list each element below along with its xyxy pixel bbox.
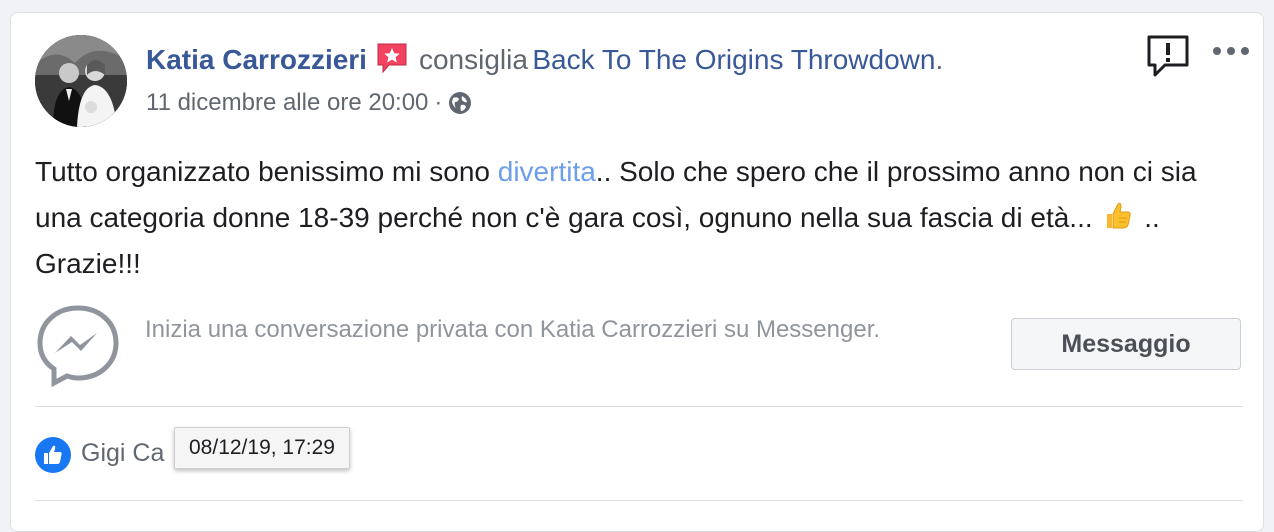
liker-name-link[interactable]: Gigi Ca — [81, 439, 164, 468]
review-post-card: Katia Carrozzieri consiglia Back To The … — [10, 12, 1264, 532]
post-body-text: Tutto organizzato benissimo mi sono dive… — [35, 149, 1245, 287]
messenger-icon — [35, 303, 121, 389]
post-header: Katia Carrozzieri consiglia Back To The … — [146, 43, 943, 77]
post-text-highlight: divertita — [497, 156, 596, 187]
more-options-icon[interactable] — [1211, 41, 1251, 61]
header-period: . — [935, 44, 944, 75]
action-text: consiglia — [418, 44, 528, 75]
message-button[interactable]: Messaggio — [1011, 318, 1241, 370]
post-timestamp[interactable]: 11 dicembre alle ore 20:00 — [146, 89, 428, 116]
author-avatar[interactable] — [35, 35, 127, 127]
like-reaction-icon[interactable] — [35, 437, 71, 473]
timestamp-tooltip: 08/12/19, 17:29 — [174, 427, 350, 469]
meta-separator: · — [434, 89, 443, 116]
recommendation-star-icon — [375, 41, 409, 75]
author-name-link[interactable]: Katia Carrozzieri — [146, 44, 367, 75]
reactions-divider-bottom — [35, 500, 1243, 501]
report-icon[interactable] — [1145, 33, 1191, 79]
thumbs-up-emoji-icon — [1102, 199, 1134, 231]
page-name-link[interactable]: Back To The Origins Throwdown — [532, 44, 935, 75]
post-meta: 11 dicembre alle ore 20:00 · — [146, 89, 472, 117]
globe-icon[interactable] — [448, 91, 472, 115]
reactions-divider-top — [35, 406, 1243, 407]
messenger-prompt-text: Inizia una conversazione privata con Kat… — [145, 316, 881, 343]
post-text-part1: Tutto organizzato benissimo mi sono — [35, 156, 498, 187]
